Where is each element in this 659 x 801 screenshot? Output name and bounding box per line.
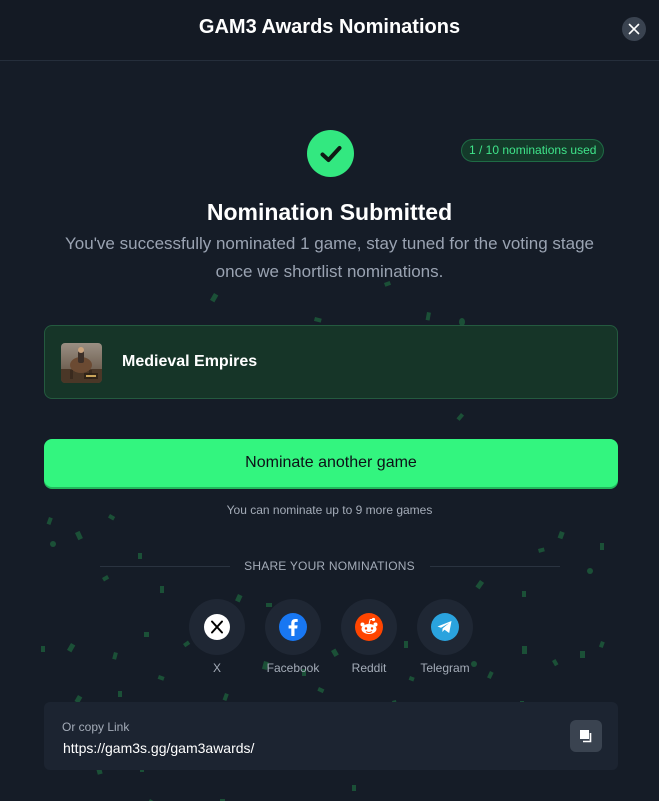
share-x[interactable]: X xyxy=(182,599,252,675)
close-button[interactable] xyxy=(622,17,646,41)
share-reddit-button[interactable] xyxy=(341,599,397,655)
remaining-nominations-text: You can nominate up to 9 more games xyxy=(226,503,433,517)
share-telegram-label: Telegram xyxy=(420,661,470,675)
share-x-button[interactable] xyxy=(189,599,245,655)
share-heading: SHARE YOUR NOMINATIONS xyxy=(244,559,415,573)
share-x-label: X xyxy=(212,661,221,675)
submission-title: Nomination Submitted xyxy=(206,199,453,225)
nominations-used-badge: 1 / 10 nominations used xyxy=(461,139,605,162)
share-reddit-label: Reddit xyxy=(351,661,387,675)
share-facebook-button[interactable] xyxy=(265,599,321,655)
copy-link-button[interactable] xyxy=(570,720,602,752)
copy-icon xyxy=(580,730,592,743)
nominate-another-button[interactable]: Nominate another game xyxy=(44,439,618,487)
share-facebook-label: Facebook xyxy=(266,661,320,675)
share-telegram-button[interactable] xyxy=(417,599,473,655)
share-telegram[interactable]: Telegram xyxy=(410,599,480,675)
copy-link-caption: Or copy Link xyxy=(62,720,130,734)
copy-link-box: Or copy Link https://gam3s.gg/gam3awards… xyxy=(44,702,618,770)
telegram-icon xyxy=(431,613,459,641)
share-facebook[interactable]: Facebook xyxy=(258,599,328,675)
success-check-icon xyxy=(307,130,354,177)
submission-message: You've successfully nominated 1 game, st… xyxy=(65,234,594,281)
close-icon xyxy=(628,23,640,35)
game-thumbnail xyxy=(61,343,102,383)
x-icon xyxy=(204,614,230,640)
nomination-modal: GAM3 Awards Nominations 1 / 10 nominatio… xyxy=(0,0,659,801)
modal-title: GAM3 Awards Nominations xyxy=(198,16,461,38)
game-name: Medieval Empires xyxy=(122,353,258,370)
share-reddit[interactable]: Reddit xyxy=(334,599,404,675)
modal-header: GAM3 Awards Nominations xyxy=(0,0,659,61)
reddit-icon xyxy=(355,613,383,641)
nominated-game-card: Medieval Empires xyxy=(44,325,618,399)
copy-link-url[interactable]: https://gam3s.gg/gam3awards/ xyxy=(63,740,254,756)
facebook-icon xyxy=(279,613,307,641)
